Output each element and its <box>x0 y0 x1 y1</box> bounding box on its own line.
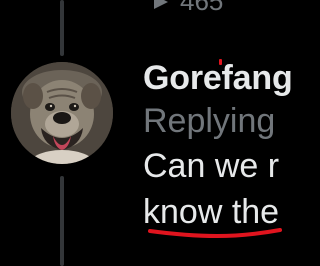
replying-to-label: Replying <box>143 102 276 140</box>
views-metric[interactable]: 465 <box>150 0 223 17</box>
tweet-text-line-2: know the <box>143 193 280 231</box>
thread-connector-bottom <box>60 176 64 266</box>
dog-avatar-icon <box>11 62 113 164</box>
author-avatar[interactable] <box>11 62 113 164</box>
views-icon <box>150 0 172 13</box>
tweet-content: Gorefang Replying Can we r know the <box>143 56 320 234</box>
author-display-name[interactable]: Gorefang <box>143 56 320 100</box>
views-count: 465 <box>180 0 224 16</box>
tweet-text-line-1: Can we r <box>143 147 280 185</box>
thread-connector-top <box>60 0 64 56</box>
